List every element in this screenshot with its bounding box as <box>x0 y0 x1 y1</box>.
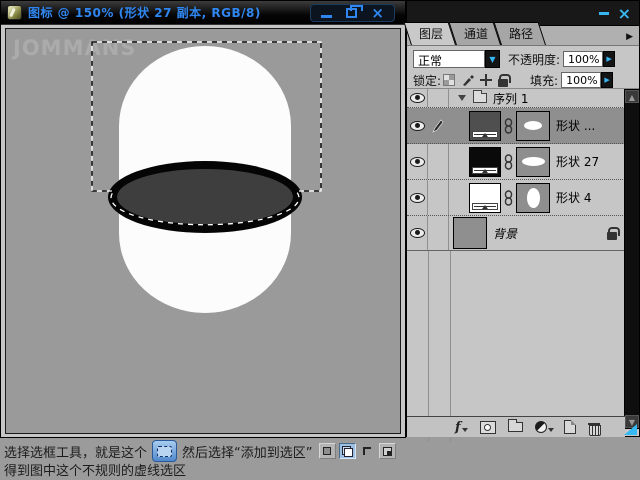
new-group-button[interactable] <box>508 422 523 432</box>
restore-icon[interactable] <box>346 8 357 18</box>
eye-icon <box>410 193 425 203</box>
group-name[interactable]: 序列 1 <box>493 90 528 107</box>
fill-input[interactable]: 100% <box>561 72 601 88</box>
close-icon[interactable]: × <box>371 5 384 21</box>
layer-row-shape27[interactable]: 形状 27 <box>407 144 625 180</box>
panel-footer: f <box>407 416 625 437</box>
resize-grip-icon[interactable] <box>624 424 637 435</box>
new-selection-icon[interactable] <box>319 443 336 459</box>
expand-arrow-icon[interactable] <box>458 95 466 101</box>
link-icon[interactable] <box>504 154 513 170</box>
layer-thumbnail[interactable] <box>469 111 501 141</box>
canvas-artwork <box>6 29 400 433</box>
blend-mode-select[interactable]: 正常 <box>413 50 485 68</box>
intersect-selection-icon[interactable] <box>379 443 396 459</box>
visibility-toggle[interactable] <box>407 180 428 215</box>
vector-mask-thumbnail[interactable] <box>516 147 550 177</box>
document-title: 图标 @ 150% (形状 27 副本, RGB/8) <box>28 4 261 21</box>
panel-close-icon[interactable]: × <box>618 4 631 23</box>
lock-position-icon[interactable] <box>480 74 492 86</box>
tutorial-line1-b: 然后选择“添加到选区” <box>182 442 312 461</box>
lock-all-icon[interactable] <box>498 74 508 87</box>
subtract-selection-icon[interactable] <box>359 443 376 459</box>
tab-paths[interactable]: 路径 <box>501 22 546 45</box>
eye-icon <box>410 93 425 103</box>
selection-mode-buttons <box>319 443 396 459</box>
minimize-icon[interactable] <box>321 15 332 18</box>
new-layer-button[interactable] <box>564 420 576 434</box>
layer-row-background[interactable]: 背景 <box>407 216 625 251</box>
tutorial-line2: 得到图中这个不规则的虚线选区 <box>4 460 186 479</box>
opacity-label: 不透明度: <box>508 51 560 68</box>
shape-slider-icon <box>472 203 498 210</box>
blend-mode-dropdown-icon[interactable]: ▼ <box>485 50 500 68</box>
tutorial-line1-a: 选择选框工具，就是这个 <box>4 442 147 461</box>
layer-name[interactable]: 形状 27 <box>556 153 599 170</box>
layer-style-button[interactable]: f <box>455 420 468 435</box>
panel-controls: 正常 ▼ 不透明度: 100% ▶ 锁定: 填充: 100% ▶ <box>407 46 639 89</box>
opacity-input[interactable]: 100% <box>563 51 603 67</box>
visibility-toggle[interactable] <box>407 216 428 250</box>
layer-name[interactable]: 背景 <box>493 225 517 242</box>
marquee-tool-button[interactable] <box>152 440 177 462</box>
layer-thumbnail[interactable] <box>469 147 501 177</box>
window-controls: × <box>310 4 395 22</box>
add-to-selection-icon[interactable] <box>339 443 356 459</box>
shape-slider-icon <box>472 131 498 138</box>
fill-label: 填充: <box>530 72 558 89</box>
locked-icon <box>607 227 617 240</box>
fill-slider-icon[interactable]: ▶ <box>601 72 613 88</box>
panel-scrollbar[interactable]: ▲ ▼ <box>624 89 640 429</box>
document-icon <box>7 5 22 20</box>
layer-name[interactable]: 形状 ... <box>556 117 595 134</box>
add-mask-button[interactable] <box>480 421 496 434</box>
marquee-icon <box>157 446 172 457</box>
lock-transparency-icon[interactable] <box>443 74 455 86</box>
layer-thumbnail[interactable] <box>453 217 487 249</box>
opacity-slider-icon[interactable]: ▶ <box>603 51 615 67</box>
lock-paint-icon[interactable] <box>461 74 474 87</box>
panel-menu-icon[interactable]: ▶ <box>626 32 633 42</box>
layer-row-shape4[interactable]: 形状 4 <box>407 180 625 216</box>
layer-row-shape-copy[interactable]: 形状 ... <box>407 108 625 144</box>
visibility-toggle[interactable] <box>407 144 428 179</box>
adjustment-layer-button[interactable] <box>535 421 554 433</box>
panel-minimize-icon[interactable] <box>599 12 609 15</box>
tutorial-text-area: 选择选框工具，就是这个 然后选择“添加到选区” 得到图中这个不规则的虚线选区 <box>0 438 640 480</box>
brush-icon <box>432 119 444 133</box>
layer-name[interactable]: 形状 4 <box>556 189 591 206</box>
eye-icon <box>410 228 425 238</box>
scroll-up-icon[interactable]: ▲ <box>625 90 639 103</box>
vector-mask-thumbnail[interactable] <box>516 111 550 141</box>
document-window: 图标 @ 150% (形状 27 副本, RGB/8) × JOMMANS <box>0 0 406 438</box>
canvas[interactable]: JOMMANS <box>5 28 401 434</box>
eye-icon <box>410 157 425 167</box>
layers-panel: × 图层 通道 路径 ▶ 正常 ▼ 不透明度: 100% ▶ 锁定: 填充: 1… <box>406 0 640 437</box>
document-titlebar[interactable]: 图标 @ 150% (形状 27 副本, RGB/8) × <box>1 1 405 25</box>
vector-mask-thumbnail[interactable] <box>516 183 550 213</box>
shape-slider-icon <box>472 167 498 174</box>
visibility-toggle[interactable] <box>407 89 428 107</box>
ellipse-fill <box>117 169 293 225</box>
layer-list: 序列 1 形状 ... 形状 27 <box>407 89 625 416</box>
delete-layer-button[interactable] <box>588 421 600 434</box>
eye-icon <box>410 121 425 131</box>
lock-label: 锁定: <box>413 72 441 89</box>
panel-tabs: 图层 通道 路径 ▶ <box>407 26 639 46</box>
folder-icon <box>473 93 487 103</box>
edit-state <box>428 108 449 143</box>
layer-thumbnail[interactable] <box>469 183 501 213</box>
link-icon[interactable] <box>504 190 513 206</box>
visibility-toggle[interactable] <box>407 108 428 143</box>
layer-list-empty <box>407 251 625 442</box>
link-icon[interactable] <box>504 118 513 134</box>
layer-group-row[interactable]: 序列 1 <box>407 89 625 108</box>
